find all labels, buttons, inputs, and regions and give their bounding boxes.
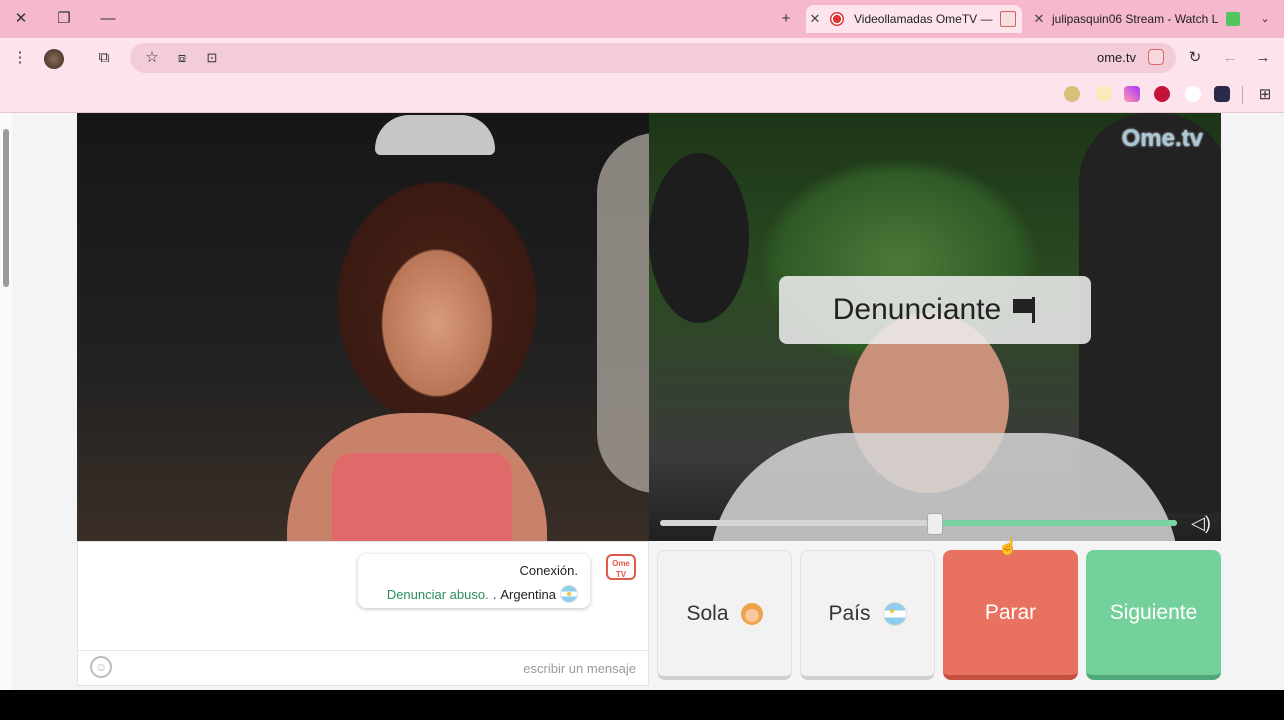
profile-avatar[interactable] xyxy=(44,49,64,69)
report-overlay[interactable]: Denunciante xyxy=(779,276,1091,344)
connection-text: Conexión. xyxy=(519,563,578,578)
message-input[interactable]: escribir un mensaje ☺ xyxy=(78,652,648,685)
taskbar-band xyxy=(0,690,1284,720)
bookmarks-divider xyxy=(1242,86,1243,104)
report-label: Denunciante xyxy=(832,293,1002,326)
extensions-puzzle-icon[interactable]: ⧉ xyxy=(94,48,114,68)
bookmark-blank-icon[interactable] xyxy=(1185,86,1201,102)
bookmark-pinterest-icon[interactable] xyxy=(1154,86,1170,102)
volume-slider[interactable] xyxy=(660,520,1177,526)
url-text: ome.tv xyxy=(1096,50,1136,65)
kick-favicon-icon xyxy=(1226,12,1240,26)
person-top xyxy=(332,453,512,541)
bookmarks-bar: ⊞ xyxy=(0,78,1284,113)
next-label: Siguiente xyxy=(1109,600,1198,624)
recording-icon xyxy=(830,12,844,26)
new-tab-button[interactable]: + xyxy=(775,9,797,29)
bookmark-food-icon[interactable] xyxy=(1064,86,1080,102)
fan-image xyxy=(597,133,649,493)
tab-ometv[interactable]: ✕ Videollamadas OmeTV — A xyxy=(806,5,1022,33)
chat-panel: Conexión. Denunciar abuso. . Argentina O… xyxy=(77,541,649,686)
site-info-icon[interactable] xyxy=(1148,49,1164,65)
install-app-icon[interactable]: ⊡ xyxy=(202,48,222,68)
system-message: Conexión. Denunciar abuso. . Argentina xyxy=(358,554,590,608)
bookmark-star-icon[interactable]: ☆ xyxy=(142,48,162,68)
close-window-icon[interactable]: ✕ xyxy=(10,9,32,29)
scrollbar-thumb[interactable] xyxy=(3,129,9,287)
emoji-smiley-icon[interactable]: ☺ xyxy=(90,656,112,678)
bookmark-sun-icon[interactable] xyxy=(1096,86,1112,102)
back-arrow-icon[interactable]: → xyxy=(1253,48,1273,68)
tab-close-icon[interactable]: ✕ xyxy=(1030,11,1048,27)
scrollbar[interactable] xyxy=(0,113,12,690)
next-button[interactable]: Siguiente xyxy=(1086,550,1221,680)
girl-avatar-icon xyxy=(740,602,763,625)
country-line: Denunciar abuso. . Argentina xyxy=(387,585,578,603)
argentina-flag-icon xyxy=(560,585,578,603)
separator: . xyxy=(492,586,497,602)
toolbar: ⋮ ⧉ ☆ ⧈ ⊡ ome.tv ↻ ← → xyxy=(0,38,1284,78)
menu-dots-icon[interactable]: ⋮ xyxy=(10,48,30,68)
address-bar[interactable]: ☆ ⧈ ⊡ ome.tv xyxy=(130,43,1176,73)
message-placeholder: escribir un mensaje xyxy=(523,661,636,676)
chat-divider xyxy=(78,650,648,651)
minimize-window-icon[interactable]: — xyxy=(97,9,119,29)
tab-title: julipasquin06 Stream - Watch L xyxy=(1052,12,1219,26)
tab-close-icon[interactable]: ✕ xyxy=(806,11,824,27)
country-text: Argentina xyxy=(500,586,556,602)
tab-bar: ✕ ❐ — + ✕ Videollamadas OmeTV — A ✕ juli… xyxy=(0,0,1284,38)
restore-window-icon[interactable]: ❐ xyxy=(53,9,75,29)
gender-label: Sola xyxy=(686,601,729,625)
gender-filter-button[interactable]: Sola xyxy=(657,550,792,680)
mouse-cursor-icon: ☝ xyxy=(998,539,1018,556)
tab-title: Videollamadas OmeTV — A xyxy=(854,12,994,26)
remote-video: Ome.tv Denunciante xyxy=(649,113,1221,541)
apps-grid-icon[interactable]: ⊞ xyxy=(1255,85,1275,105)
ometv-watermark: Ome.tv xyxy=(1121,125,1203,152)
ometv-logo: Ome TV xyxy=(606,554,636,580)
country-filter-button[interactable]: País xyxy=(800,550,935,680)
argentina-flag-icon xyxy=(882,601,907,626)
local-video xyxy=(77,113,649,541)
report-abuse-link[interactable]: Denunciar abuso. xyxy=(387,587,489,602)
country-label: País xyxy=(828,601,871,625)
speaker-icon[interactable]: ◁) xyxy=(1188,512,1214,534)
tab-search-chevron-icon[interactable]: ⌄ xyxy=(1254,9,1276,29)
ometv-favicon-icon xyxy=(1000,11,1016,27)
forward-arrow-icon[interactable]: ← xyxy=(1220,48,1240,68)
stop-label: Parar xyxy=(984,600,1037,624)
tiara-image xyxy=(375,115,495,155)
volume-fill xyxy=(934,520,1177,526)
stop-button[interactable]: Parar xyxy=(943,550,1078,680)
volume-handle[interactable] xyxy=(927,513,943,535)
bookmark-app-icon[interactable] xyxy=(1214,86,1230,102)
reload-icon[interactable]: ↻ xyxy=(1185,48,1205,68)
flag-icon xyxy=(1013,297,1037,323)
person-left xyxy=(649,153,749,323)
translate-icon[interactable]: ⧈ xyxy=(172,48,192,68)
tab-kick-stream[interactable]: ✕ julipasquin06 Stream - Watch L xyxy=(1030,5,1246,33)
bookmark-instagram-icon[interactable] xyxy=(1124,86,1140,102)
